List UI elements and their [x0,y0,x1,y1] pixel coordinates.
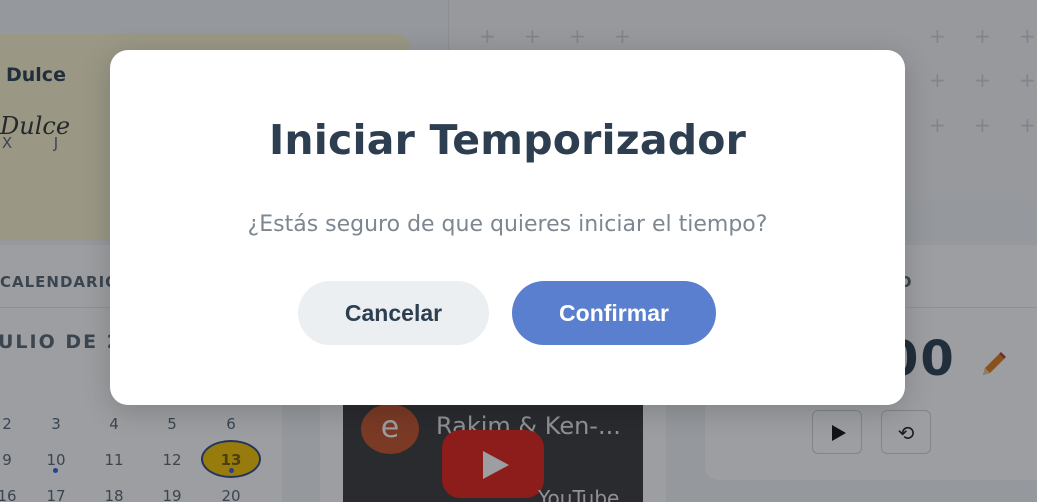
dialog-title: Iniciar Temporizador [268,116,747,164]
cancel-button[interactable]: Cancelar [298,281,489,345]
confirm-button[interactable]: Confirmar [512,281,716,345]
confirm-dialog: Iniciar Temporizador ¿Estás seguro de qu… [110,50,905,405]
dialog-message: ¿Estás seguro de que quieres iniciar el … [247,212,768,237]
